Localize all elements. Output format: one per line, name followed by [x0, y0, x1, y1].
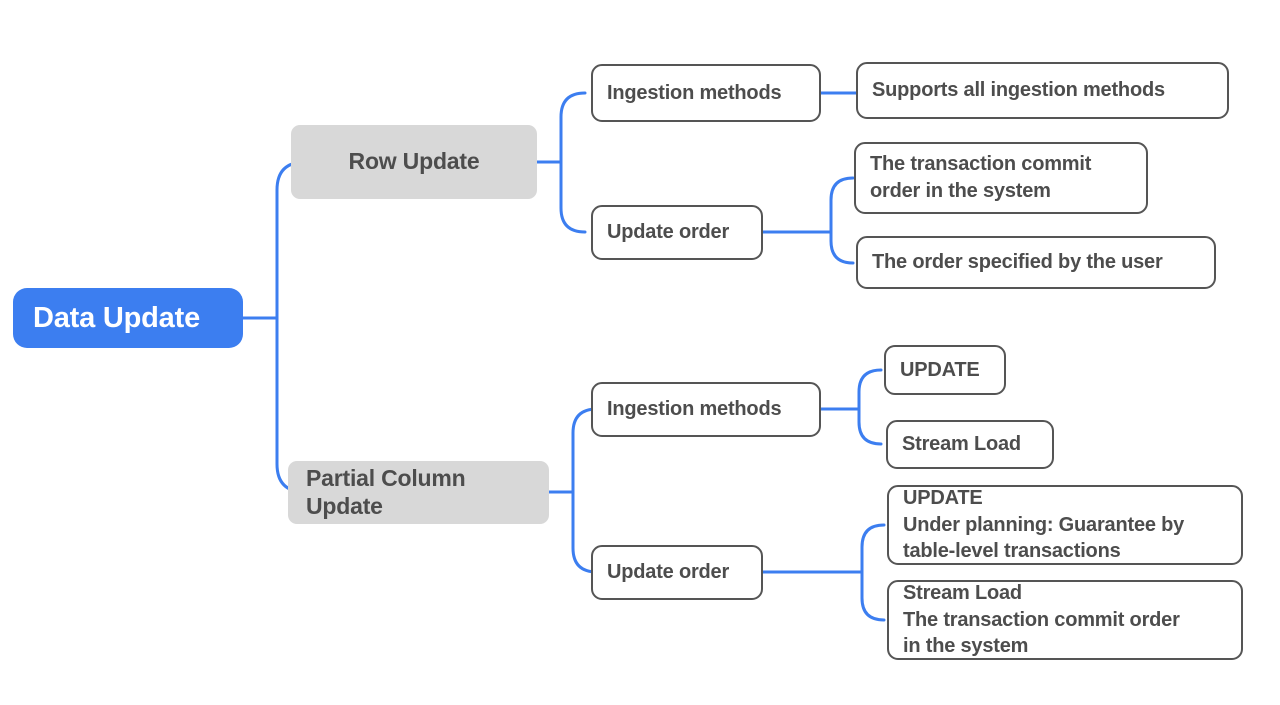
node-branch-partial-column-update-label: Partial Column Update	[306, 464, 466, 519]
mindmap-canvas: Data Update Row Update Partial Column Up…	[0, 0, 1280, 705]
connector-ingestion-lower-to-stream-load	[857, 407, 883, 446]
node-leaf-order-specified-by-user[interactable]: The order specified by the user	[856, 236, 1216, 289]
node-branch-partial-column-update[interactable]: Partial Column Update	[288, 461, 549, 524]
node-leaf-stream-load-commit-order[interactable]: Stream Load The transaction commit order…	[887, 580, 1243, 660]
node-leaf-update-under-planning-label: UPDATE Under planning: Guarantee by tabl…	[903, 487, 1185, 563]
connector-ingestion-lower-to-update	[857, 368, 883, 411]
node-leaf-update[interactable]: UPDATE	[884, 345, 1006, 395]
node-root-label: Data Update	[33, 301, 200, 334]
node-leaf-supports-all-ingestion-methods-label: Supports all ingestion methods	[872, 79, 1165, 102]
node-row-update-update-order[interactable]: Update order	[591, 205, 763, 260]
node-leaf-supports-all-ingestion-methods[interactable]: Supports all ingestion methods	[856, 62, 1229, 119]
node-row-update-ingestion-methods[interactable]: Ingestion methods	[591, 64, 821, 122]
node-partial-ingestion-methods-label: Ingestion methods	[607, 398, 782, 421]
node-root-data-update[interactable]: Data Update	[13, 288, 243, 348]
connector-row-update-to-update-order	[559, 160, 587, 234]
node-row-update-update-order-label: Update order	[607, 221, 730, 244]
node-partial-update-order[interactable]: Update order	[591, 545, 763, 600]
node-partial-update-order-label: Update order	[607, 561, 730, 584]
node-leaf-stream-load-commit-order-label: Stream Load The transaction commit order…	[903, 582, 1180, 658]
node-leaf-stream-load-label: Stream Load	[902, 433, 1021, 456]
node-leaf-stream-load[interactable]: Stream Load	[886, 420, 1054, 469]
connector-update-order-lower-to-update	[860, 523, 886, 574]
connector-update-order-lower-to-stream-load	[860, 570, 886, 622]
node-branch-row-update[interactable]: Row Update	[291, 125, 537, 199]
connector-update-order-upper-to-commit	[829, 176, 855, 234]
node-leaf-order-specified-by-user-label: The order specified by the user	[872, 251, 1163, 274]
node-row-update-ingestion-methods-label: Ingestion methods	[607, 81, 782, 104]
connector-update-order-upper-to-user	[829, 230, 855, 265]
node-leaf-update-under-planning[interactable]: UPDATE Under planning: Guarantee by tabl…	[887, 485, 1243, 565]
node-leaf-update-label: UPDATE	[900, 358, 980, 381]
connector-row-update-to-ingestion	[559, 91, 587, 164]
node-branch-row-update-label: Row Update	[348, 148, 480, 175]
node-partial-ingestion-methods[interactable]: Ingestion methods	[591, 382, 821, 437]
node-leaf-transaction-commit-order-label: The transaction commit order in the syst…	[870, 153, 1092, 202]
node-leaf-transaction-commit-order[interactable]: The transaction commit order in the syst…	[854, 142, 1148, 214]
